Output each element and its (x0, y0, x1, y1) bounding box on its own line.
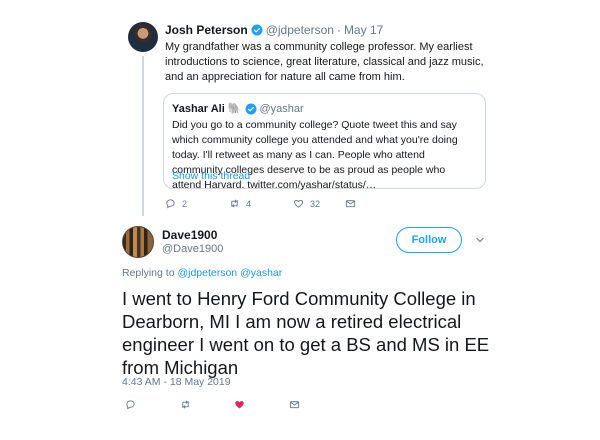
quoted-tweet-card[interactable]: Yashar Ali 🐘 @yashar Did you go to a com… (163, 93, 486, 191)
reply-icon (166, 199, 175, 209)
show-thread-link[interactable]: Show this thread (172, 170, 250, 182)
reply-count: 2 (182, 198, 188, 209)
replying-to: Replying to @jdpeterson @yashar (122, 267, 282, 279)
thread-connector-line (142, 56, 144, 216)
like-count: 32 (310, 198, 321, 209)
author-name[interactable]: Josh Peterson (165, 23, 248, 37)
mention-yashar[interactable]: @yashar (240, 267, 282, 279)
chevron-down-icon[interactable] (474, 234, 486, 246)
reply-tweet-text: I went to Henry Ford Community College i… (122, 288, 490, 378)
parent-tweet-text: My grandfather was a community college p… (165, 41, 484, 83)
replying-prefix: Replying to (122, 267, 175, 279)
verified-badge-icon (251, 24, 263, 36)
avatar-dave1900[interactable] (122, 226, 154, 258)
reply-tweet-actions (125, 399, 300, 410)
retweet-action[interactable]: 4 (229, 198, 293, 209)
avatar-josh-peterson[interactable] (128, 22, 158, 52)
quoted-author-handle: @yashar (259, 102, 304, 115)
parent-tweet-header: Josh Peterson @jdpeterson · May 17 (165, 23, 383, 37)
verified-badge-icon (245, 103, 256, 114)
mention-jdpeterson[interactable]: @jdpeterson (177, 267, 237, 279)
retweet-count: 4 (246, 198, 252, 209)
reply-author-handle[interactable]: @Dave1900 (162, 243, 223, 255)
heart-filled-icon[interactable] (234, 399, 245, 410)
follow-button[interactable]: Follow (396, 227, 462, 253)
message-action[interactable] (345, 198, 356, 209)
envelope-icon[interactable] (289, 399, 300, 410)
author-handle[interactable]: @jdpeterson (266, 23, 334, 37)
reply-action[interactable]: 2 (165, 198, 229, 209)
like-action[interactable]: 32 (293, 198, 345, 209)
retweet-icon (231, 199, 238, 208)
reply-timestamp[interactable]: 4:43 AM - 18 May 2019 (122, 376, 231, 388)
reply-icon[interactable] (125, 399, 136, 410)
retweet-icon[interactable] (180, 399, 191, 410)
envelope-icon (345, 200, 356, 208)
quoted-tweet-header: Yashar Ali 🐘 @yashar (172, 102, 304, 116)
tweet-date[interactable]: May 17 (344, 23, 383, 37)
quoted-author-name: Yashar Ali (172, 102, 225, 115)
separator: · (336, 23, 341, 37)
reply-author-name[interactable]: Dave1900 (162, 228, 217, 242)
quoted-author-emoji: 🐘 (227, 103, 242, 115)
parent-tweet-actions: 2 4 32 (165, 198, 356, 209)
heart-icon (294, 199, 303, 208)
